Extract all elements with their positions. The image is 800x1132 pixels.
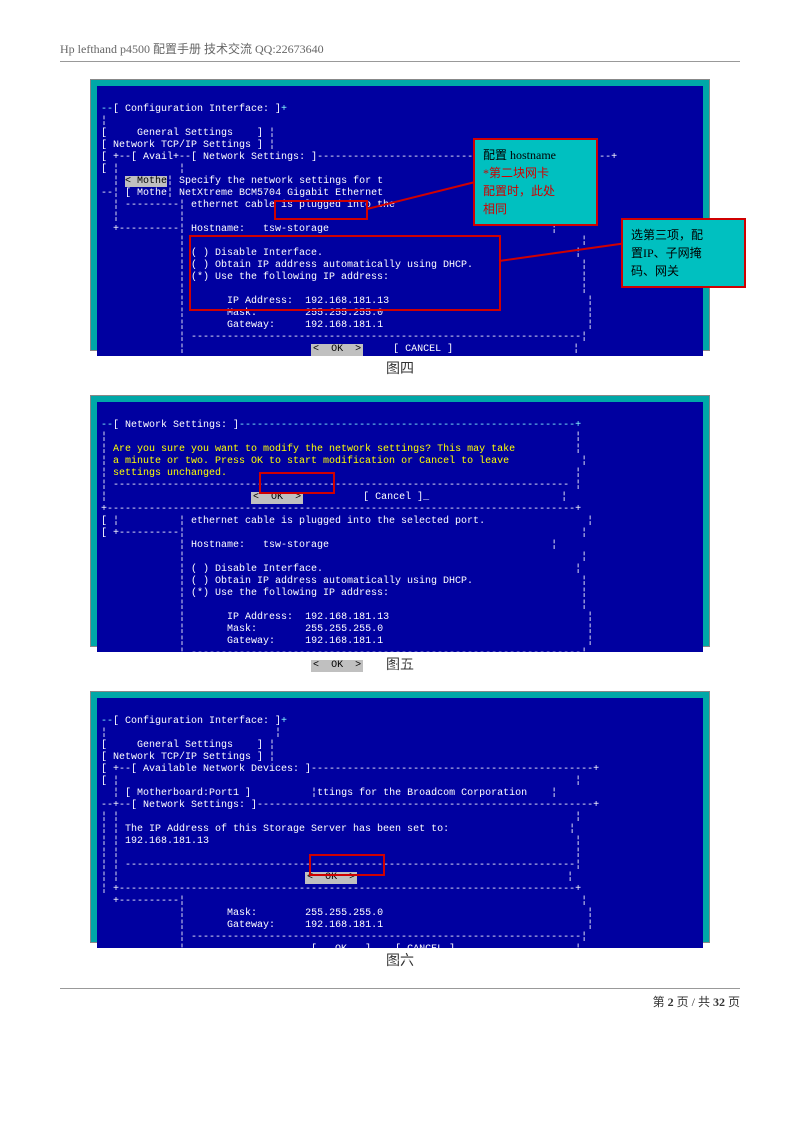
cancel-button[interactable]: [ CANCEL ] <box>393 344 453 355</box>
ok-button[interactable]: < OK > <box>305 872 357 884</box>
ok-button[interactable]: < OK > <box>311 344 363 356</box>
figure-4-screenshot: --[ Configuration Interface: ]+ ¦ [ Gene… <box>91 80 709 350</box>
option-static-ip[interactable]: (*) Use the following IP address: <box>191 272 389 283</box>
dialog-title: [ Configuration Interface: ] <box>113 104 281 115</box>
annotation-ip-options: 选第三项，配 置IP、子网掩 码、网关 <box>621 218 746 288</box>
ip-address-value: 192.168.181.13 <box>305 612 389 623</box>
gateway-value: 192.168.181.1 <box>305 920 383 931</box>
mask-value: 255.255.255.0 <box>305 624 383 635</box>
ok-button[interactable]: < OK > <box>251 492 303 504</box>
cancel-button[interactable]: [ Cancel ] <box>363 492 423 503</box>
menu-tcpip-settings[interactable]: Network TCP/IP Settings <box>113 752 251 763</box>
annotation-hostname: 配置 hostname *第二块网卡 配置时，此处 相同 <box>473 138 598 226</box>
page-header: Hp lefthand p4500 配置手册 技术交流 QQ:22673640 <box>60 40 740 62</box>
ip-address-value[interactable]: 192.168.181.13 <box>305 296 389 307</box>
menu-tcpip-settings[interactable]: Network TCP/IP Settings <box>113 140 251 151</box>
menu-general-settings[interactable]: General Settings <box>137 128 233 139</box>
page-footer: 第 2 页 / 共 32 页 <box>60 988 740 1010</box>
confirm-text: Are you sure you want to modify the netw… <box>113 444 515 455</box>
confirmation-message: The IP Address of this Storage Server ha… <box>125 824 449 835</box>
gateway-value[interactable]: 192.168.181.1 <box>305 320 383 331</box>
hostname-value: tsw-storage <box>263 540 329 551</box>
dialog-title: [ Configuration Interface: ] <box>113 716 281 727</box>
ip-confirmed: 192.168.181.13 <box>125 836 209 847</box>
figure-5-screenshot: --[ Network Settings: ]-----------------… <box>91 396 709 646</box>
menu-general-settings[interactable]: General Settings <box>137 740 233 751</box>
option-disable[interactable]: ( ) Disable Interface. <box>191 248 323 259</box>
mask-value: 255.255.255.0 <box>305 908 383 919</box>
hostname-value[interactable]: tsw-storage <box>263 224 329 235</box>
option-dhcp[interactable]: ( ) Obtain IP address automatically usin… <box>191 260 473 271</box>
port-label[interactable]: [ Motherboard:Port1 ] <box>125 788 251 799</box>
figure-6-screenshot: --[ Configuration Interface: ]+ ¦ ¦ [ Ge… <box>91 692 709 942</box>
gateway-value: 192.168.181.1 <box>305 636 383 647</box>
dialog-title: [ Network Settings: ] <box>113 420 239 431</box>
mask-value[interactable]: 255.255.255.0 <box>305 308 383 319</box>
